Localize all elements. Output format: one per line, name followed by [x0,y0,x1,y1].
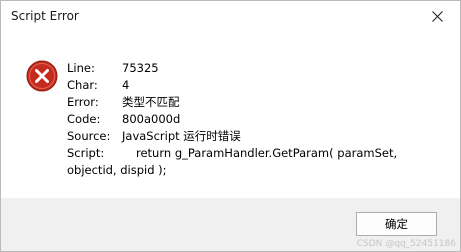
error-icon [26,60,58,92]
script-error-dialog: Script Error Line: 75325 Char: 4 Error: [0,0,461,252]
watermark: CSDN @qq_52451186 [356,239,456,249]
close-button[interactable] [416,1,460,33]
line-label: Line: [67,61,95,75]
error-label: Error: [67,95,99,109]
code-label: Code: [67,112,101,126]
dialog-footer: 确定 CSDN @qq_52451186 [1,198,460,251]
code-row: Code: 800a000d [67,111,437,128]
script-value-wrap: return g_ParamHandler.GetParam( paramSet… [67,145,437,179]
error-row: Error: 类型不匹配 [67,94,437,111]
code-value: 800a000d [122,112,181,126]
ok-button[interactable]: 确定 [356,212,437,236]
line-value: 75325 [122,61,159,75]
char-row: Char: 4 [67,77,437,94]
close-icon [432,11,443,22]
source-label: Source: [67,129,111,143]
char-value: 4 [122,78,130,92]
source-row: Source: JavaScript 运行时错误 [67,128,437,145]
title-bar[interactable]: Script Error [1,1,460,33]
error-value: 类型不匹配 [122,95,180,109]
char-label: Char: [67,78,98,92]
script-row: Script: return g_ParamHandler.GetParam( … [67,145,437,179]
window-title: Script Error [11,9,79,23]
error-details: Line: 75325 Char: 4 Error: 类型不匹配 Code: 8… [67,60,437,179]
line-row: Line: 75325 [67,60,437,77]
source-value: JavaScript 运行时错误 [122,129,241,143]
dialog-content: Line: 75325 Char: 4 Error: 类型不匹配 Code: 8… [1,33,460,198]
script-value: return g_ParamHandler.GetParam( paramSet… [67,146,398,177]
